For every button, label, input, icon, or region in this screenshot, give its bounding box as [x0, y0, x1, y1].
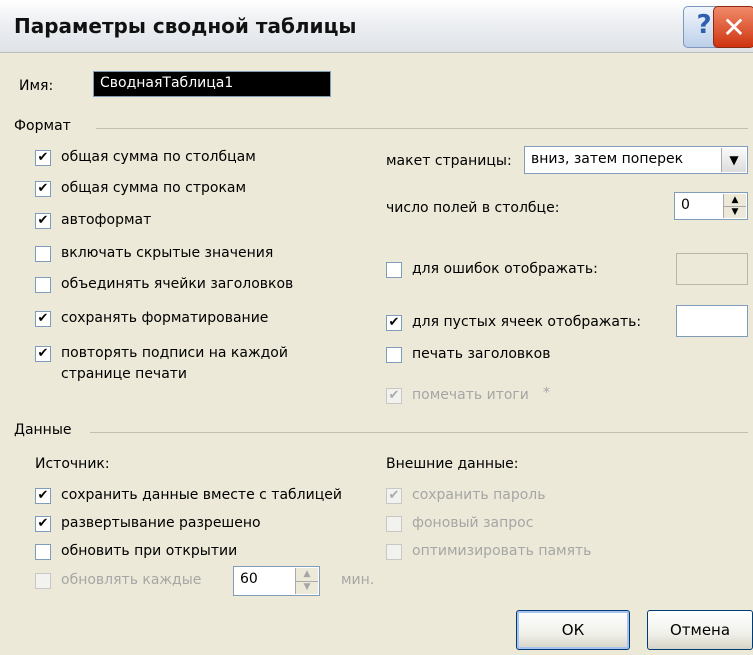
close-button[interactable]: ✕	[713, 6, 753, 48]
print-titles-label: печать заголовков	[412, 346, 551, 362]
errors-display-label: для ошибок отображать:	[412, 261, 598, 277]
save-password-label: сохранить пароль	[412, 487, 546, 503]
refresh-every-spinner[interactable]: 60 ▲ ▼	[233, 566, 320, 596]
refresh-every-checkbox[interactable]	[35, 573, 51, 589]
format-group-divider	[96, 128, 748, 129]
data-group-divider	[90, 432, 748, 433]
grand-totals-rows-label: общая сумма по строкам	[61, 180, 247, 196]
empty-cells-checkbox[interactable]: ✔	[386, 315, 402, 331]
autoformat-checkbox[interactable]: ✔	[35, 213, 51, 229]
refresh-every-value: 60	[240, 571, 258, 587]
grand-totals-columns-checkbox[interactable]: ✔	[35, 150, 51, 166]
spin-down-icon[interactable]: ▼	[296, 581, 318, 594]
title-bar: Параметры сводной таблицы ? ✕	[0, 0, 753, 53]
dropdown-arrow-icon[interactable]: ▼	[721, 148, 746, 172]
grand-totals-columns-label: общая сумма по столбцам	[61, 149, 256, 165]
refresh-on-open-checkbox[interactable]	[35, 544, 51, 560]
empty-cells-input[interactable]	[676, 305, 748, 337]
background-query-label: фоновый запрос	[412, 515, 534, 531]
refresh-on-open-label: обновить при открытии	[61, 543, 238, 559]
ok-button[interactable]: ОК	[516, 610, 630, 650]
spin-up-icon[interactable]: ▲	[296, 568, 318, 582]
page-layout-value: вниз, затем поперек	[531, 151, 684, 167]
fields-per-column-value: 0	[681, 197, 690, 213]
name-input[interactable]: СводнаяТаблица1	[93, 71, 331, 97]
grand-totals-rows-checkbox[interactable]: ✔	[35, 181, 51, 197]
close-icon: ✕	[722, 11, 746, 44]
name-label: Имя:	[19, 78, 54, 94]
save-data-checkbox[interactable]: ✔	[35, 488, 51, 504]
cancel-button[interactable]: Отмена	[647, 610, 753, 650]
save-password-checkbox[interactable]: ✔	[386, 488, 402, 504]
repeat-labels-checkbox[interactable]: ✔	[35, 346, 51, 362]
mark-totals-checkbox[interactable]: ✔	[386, 388, 402, 404]
autoformat-label: автоформат	[61, 212, 152, 228]
preserve-formatting-checkbox[interactable]: ✔	[35, 311, 51, 327]
external-data-label: Внешние данные:	[386, 456, 519, 472]
fields-per-column-spinner[interactable]: 0 ▲ ▼	[674, 192, 748, 220]
page-layout-select[interactable]: вниз, затем поперек ▼	[524, 146, 748, 174]
print-titles-checkbox[interactable]	[386, 347, 402, 363]
errors-display-input[interactable]	[676, 253, 748, 285]
merge-headers-label: объединять ячейки заголовков	[61, 276, 294, 292]
page-layout-label: макет страницы:	[386, 153, 512, 169]
preserve-formatting-label: сохранять форматирование	[61, 310, 269, 326]
mark-totals-label: помечать итоги	[412, 387, 529, 403]
data-group-label: Данные	[14, 422, 72, 438]
repeat-labels-label-line2: странице печати	[61, 366, 188, 382]
mark-totals-asterisk: *	[543, 385, 550, 401]
spin-down-icon[interactable]: ▼	[724, 206, 746, 218]
refresh-every-label: обновлять каждые	[61, 572, 202, 588]
refresh-every-unit: мин.	[341, 572, 375, 588]
fields-per-column-label: число полей в столбце:	[386, 200, 560, 216]
format-group-label: Формат	[14, 118, 71, 134]
errors-display-checkbox[interactable]	[386, 262, 402, 278]
save-data-label: сохранить данные вместе с таблицей	[61, 487, 342, 503]
dialog-title: Параметры сводной таблицы	[14, 14, 357, 38]
optimize-memory-checkbox[interactable]	[386, 544, 402, 560]
source-label: Источник:	[35, 456, 110, 472]
include-hidden-label: включать скрытые значения	[61, 245, 274, 261]
include-hidden-checkbox[interactable]	[35, 246, 51, 262]
empty-cells-label: для пустых ячеек отображать:	[412, 314, 642, 330]
enable-drilldown-checkbox[interactable]: ✔	[35, 516, 51, 532]
merge-headers-checkbox[interactable]	[35, 277, 51, 293]
repeat-labels-label: повторять подписи на каждой	[61, 345, 288, 361]
background-query-checkbox[interactable]	[386, 516, 402, 532]
optimize-memory-label: оптимизировать память	[412, 543, 592, 559]
enable-drilldown-label: развертывание разрешено	[61, 515, 261, 531]
